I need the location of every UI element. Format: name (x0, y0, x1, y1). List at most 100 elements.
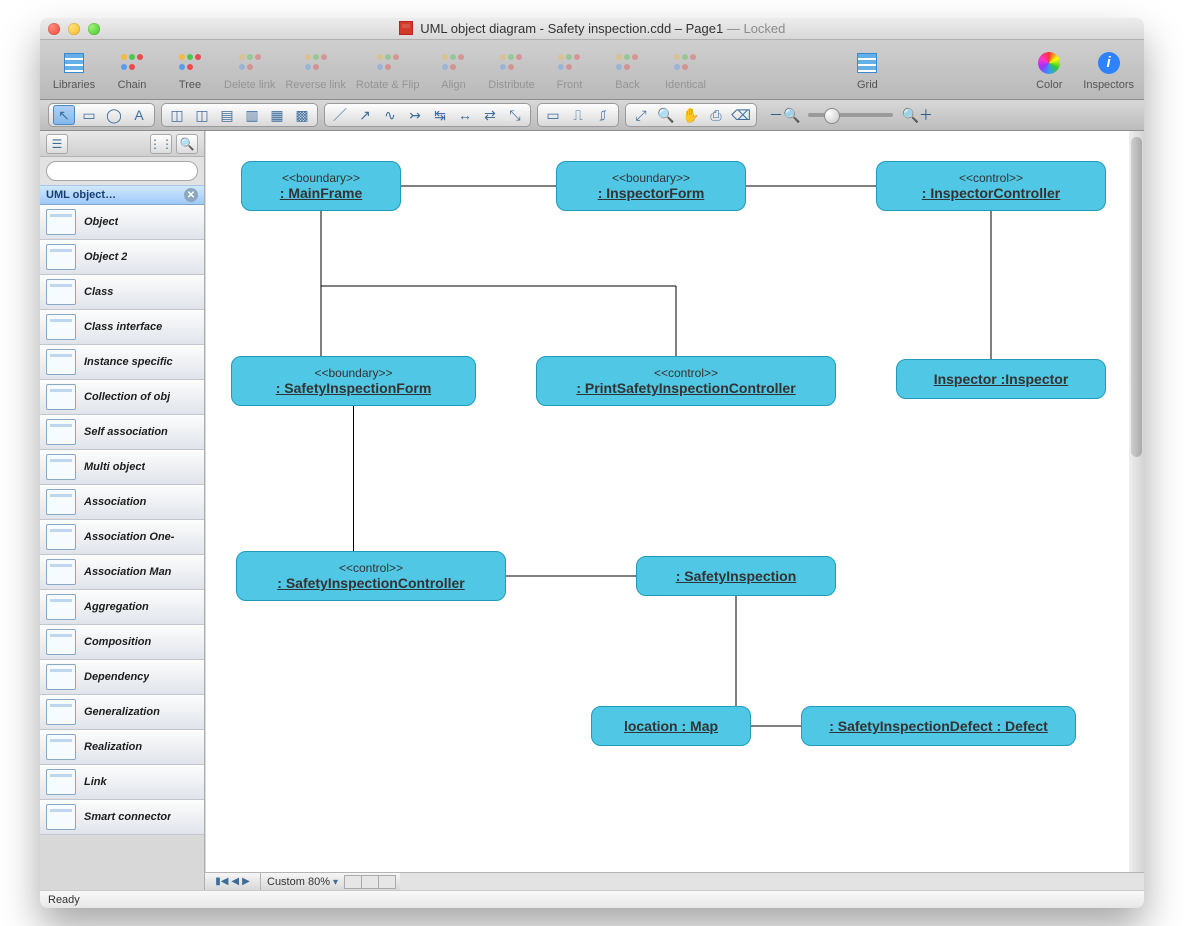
stereotype: <<boundary>> (314, 366, 392, 380)
drawing-canvas[interactable]: <<boundary>>: MainFrame <<boundary>>: Ins… (205, 131, 1144, 872)
toolbar-grid[interactable]: Grid (843, 49, 891, 91)
tool-text[interactable]: A (128, 105, 150, 125)
stencil-item[interactable]: Aggregation (40, 590, 204, 625)
inspectors-icon: i (1094, 49, 1124, 77)
stencil-item[interactable]: Multi object (40, 450, 204, 485)
stencil-item[interactable]: Realization (40, 730, 204, 765)
tool-l4[interactable]: ↣ (404, 105, 426, 125)
chain-icon (117, 49, 147, 77)
tool-l3[interactable]: ∿ (379, 105, 401, 125)
view-outline-icon[interactable]: ☰ (46, 134, 68, 154)
uml-object-safetyinspform[interactable]: <<boundary>>: SafetyInspectionForm (231, 356, 476, 406)
tool-g3[interactable]: ⎎ (592, 105, 614, 125)
stencil-item[interactable]: Link (40, 765, 204, 800)
stencil-item[interactable]: Smart connector (40, 800, 204, 835)
page-nav[interactable]: ▮◀ ◀ ▶ (205, 873, 261, 890)
vertical-scrollbar[interactable] (1129, 131, 1144, 872)
tool-z3[interactable]: ✋ (680, 105, 702, 125)
tool-c4[interactable]: ▥ (241, 105, 263, 125)
tool-c2[interactable]: ◫ (191, 105, 213, 125)
tool-l5[interactable]: ↹ (429, 105, 451, 125)
stencil-item[interactable]: Self association (40, 415, 204, 450)
close-library-icon[interactable]: ✕ (184, 188, 198, 202)
stencil-item[interactable]: Dependency (40, 660, 204, 695)
uml-object-inspectorctrl[interactable]: <<control>>: InspectorController (876, 161, 1106, 211)
toolbar-align: Align (429, 49, 477, 91)
toolbar-back: Back (603, 49, 651, 91)
uml-object-printctrl[interactable]: <<control>>: PrintSafetyInspectionContro… (536, 356, 836, 406)
stencil-item[interactable]: Collection of obj (40, 380, 204, 415)
tool-l7[interactable]: ⇄ (479, 105, 501, 125)
stencil-item[interactable]: Object 2 (40, 240, 204, 275)
view-details-icon[interactable]: ⋮⋮ (150, 134, 172, 154)
stencil-item[interactable]: Instance specific (40, 345, 204, 380)
zoom-readout[interactable]: Custom 80% ▾ (261, 876, 345, 888)
stencil-item[interactable]: Class interface (40, 310, 204, 345)
zoom-in-icon[interactable]: 🔍＋ (901, 105, 932, 125)
zoom-icon[interactable] (88, 23, 100, 35)
stencil-item[interactable]: Association Man (40, 555, 204, 590)
tool-l2[interactable]: ↗ (354, 105, 376, 125)
tool-rect[interactable]: ▭ (78, 105, 100, 125)
identical-label: Identical (665, 79, 706, 91)
stencil-thumb-icon (46, 524, 76, 550)
stencil-thumb-icon (46, 349, 76, 375)
zoom-menu-icon[interactable]: ▾ (333, 877, 338, 888)
tool-l8[interactable]: ⤡ (504, 105, 526, 125)
tool-pointer[interactable]: ↖ (53, 105, 75, 125)
uml-object-inspector[interactable]: Inspector :Inspector (896, 359, 1106, 399)
toolbar-libraries[interactable]: Libraries (50, 49, 98, 91)
next-page-icon[interactable]: ▶ (242, 876, 250, 887)
stencil-item[interactable]: Composition (40, 625, 204, 660)
tree-icon (175, 49, 205, 77)
tool-z1[interactable]: ⤢ (630, 105, 652, 125)
stencil-item[interactable]: Association One- (40, 520, 204, 555)
zoom-out-icon[interactable]: －🔍 (769, 105, 800, 125)
tool-c3[interactable]: ▤ (216, 105, 238, 125)
toolbar-color[interactable]: Color (1025, 49, 1073, 91)
stencil-item[interactable]: Association (40, 485, 204, 520)
tool-g2[interactable]: ⎍ (567, 105, 589, 125)
tool-z2[interactable]: 🔍 (655, 105, 677, 125)
toolbar-front: Front (545, 49, 593, 91)
library-tab[interactable]: UML object… ✕ (40, 185, 204, 205)
object-name: : SafetyInspectionController (277, 575, 464, 591)
stencil-thumb-icon (46, 769, 76, 795)
tool-g1[interactable]: ▭ (542, 105, 564, 125)
stencil-item[interactable]: Object (40, 205, 204, 240)
view-search-icon[interactable]: 🔍 (176, 134, 198, 154)
uml-object-inspectorform[interactable]: <<boundary>>: InspectorForm (556, 161, 746, 211)
first-page-icon[interactable]: ▮◀ (215, 876, 228, 887)
close-icon[interactable] (48, 23, 60, 35)
tool-c1[interactable]: ◫ (166, 105, 188, 125)
toolbar-tree[interactable]: Tree (166, 49, 214, 91)
tool-c6[interactable]: ▩ (291, 105, 313, 125)
stencil-label: Association One- (84, 531, 174, 543)
uml-object-mainframe[interactable]: <<boundary>>: MainFrame (241, 161, 401, 211)
tool-ellipse[interactable]: ◯ (103, 105, 125, 125)
tool-l1[interactable]: ／ (329, 105, 351, 125)
toolbar-chain[interactable]: Chain (108, 49, 156, 91)
page-tabs[interactable] (345, 875, 396, 889)
strip-group-0: ↖▭◯A (48, 103, 155, 127)
toolbar-inspectors[interactable]: iInspectors (1083, 49, 1134, 91)
title-locked: — Locked (727, 21, 786, 36)
stencil-item[interactable]: Generalization (40, 695, 204, 730)
search-input[interactable] (46, 161, 198, 181)
uml-object-safetyinsp[interactable]: : SafetyInspection (636, 556, 836, 596)
tool-c5[interactable]: ▦ (266, 105, 288, 125)
tool-l6[interactable]: ↔ (454, 105, 476, 125)
uml-object-location[interactable]: location : Map (591, 706, 751, 746)
zoom-slider[interactable] (808, 113, 893, 117)
grid-label: Grid (857, 79, 878, 91)
stencil-thumb-icon (46, 629, 76, 655)
uml-object-safetyinspctrl[interactable]: <<control>>: SafetyInspectionController (236, 551, 506, 601)
tool-z5[interactable]: ⌫ (730, 105, 752, 125)
minimize-icon[interactable] (68, 23, 80, 35)
hscroll-track[interactable] (400, 873, 1144, 890)
prev-page-icon[interactable]: ◀ (231, 876, 239, 887)
uml-object-defect[interactable]: : SafetyInspectionDefect : Defect (801, 706, 1076, 746)
stencil-thumb-icon (46, 594, 76, 620)
tool-z4[interactable]: ⎙ (705, 105, 727, 125)
stencil-item[interactable]: Class (40, 275, 204, 310)
